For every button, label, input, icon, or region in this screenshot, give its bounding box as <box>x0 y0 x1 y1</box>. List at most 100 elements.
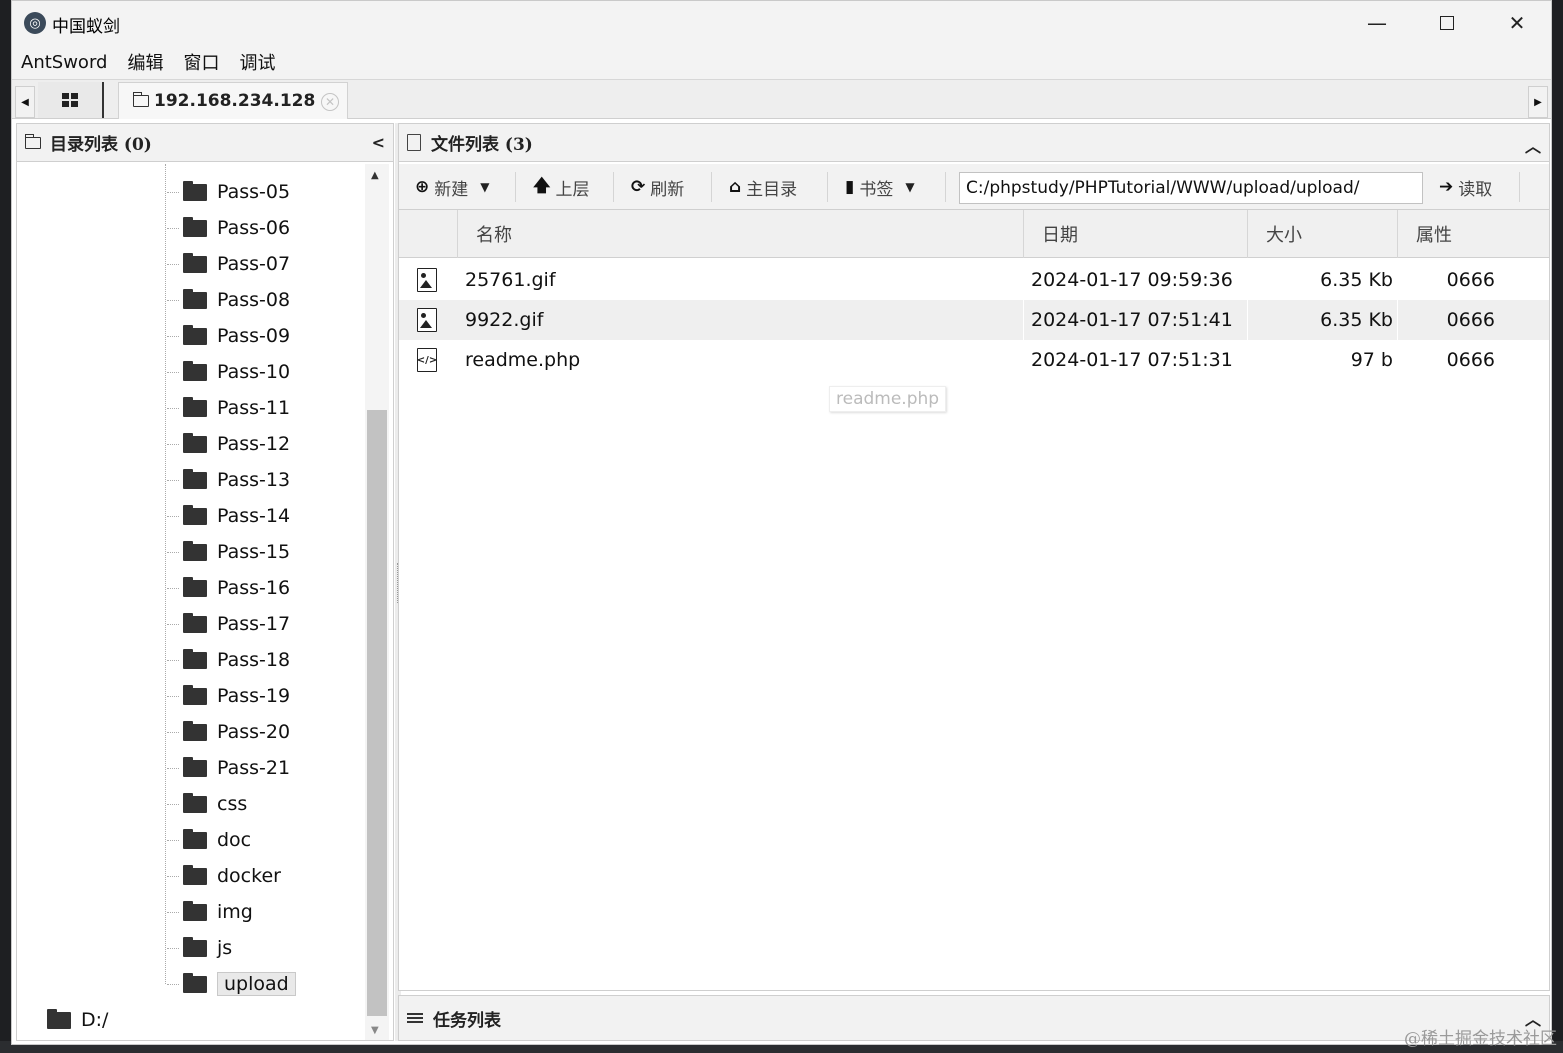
tree-item[interactable]: Pass-07 <box>167 246 290 282</box>
tab-home[interactable] <box>38 82 104 118</box>
directory-tree: Pass-05 Pass-06 Pass-07 Pass-08 Pass-09 Pass-… <box>17 164 363 1040</box>
path-input[interactable] <box>959 172 1423 204</box>
tree-connector <box>167 803 179 805</box>
folder-icon <box>183 900 207 921</box>
tree-item[interactable]: Pass-12 <box>167 426 290 462</box>
menu-edit[interactable]: 编辑 <box>126 49 164 75</box>
tree-item[interactable]: doc <box>167 822 251 858</box>
cell-divider <box>1397 340 1398 380</box>
tree-item[interactable]: Pass-15 <box>167 534 290 570</box>
tree-item[interactable]: upload <box>167 966 296 1002</box>
cell-divider <box>1397 260 1398 300</box>
column-name[interactable]: 名称 <box>457 210 1023 258</box>
folder-icon <box>183 252 207 273</box>
tree-item[interactable]: Pass-06 <box>167 210 290 246</box>
home-button[interactable]: ⌂ 主目录 <box>729 170 797 204</box>
tree-item[interactable]: Pass-08 <box>167 282 290 318</box>
antsword-window: ◎ 中国蚁剑 — ✕ AntSword 编辑 窗口 调试 ◀ 192.168.2… <box>11 0 1552 1045</box>
tree-item[interactable]: img <box>167 894 253 930</box>
task-panel: 任务列表 ︿ <box>398 995 1550 1041</box>
tree-item[interactable]: Pass-14 <box>167 498 290 534</box>
file-row[interactable]: </> readme.php 2024-01-17 07:51:31 97 b 0666 <box>399 340 1549 380</box>
scroll-down-icon[interactable]: ▼ <box>371 1025 379 1036</box>
cell-divider <box>1247 260 1248 300</box>
tree-connector <box>167 767 179 769</box>
tree-item-label: css <box>217 793 248 815</box>
folder-icon <box>183 720 207 741</box>
folder-icon <box>24 133 41 149</box>
tree-item[interactable]: Pass-17 <box>167 606 290 642</box>
scroll-up-icon[interactable]: ▲ <box>371 170 379 181</box>
menu-window[interactable]: 窗口 <box>182 49 220 75</box>
tree-connector <box>167 227 179 229</box>
tree-connector <box>167 623 179 625</box>
tree-root-item[interactable]: D:/ <box>47 1002 108 1038</box>
menu-bar: AntSword 编辑 窗口 调试 <box>12 45 1551 79</box>
minimize-button[interactable]: — <box>1342 1 1412 45</box>
tab-close-icon[interactable]: ✕ <box>321 93 339 111</box>
tree-item[interactable]: Pass-05 <box>167 174 290 210</box>
file-attr: 0666 <box>1446 349 1495 371</box>
column-size[interactable]: 大小 <box>1247 210 1397 258</box>
menu-antsword[interactable]: AntSword <box>20 52 108 73</box>
scrollbar-thumb[interactable] <box>367 410 387 1016</box>
tree-item-label: Pass-20 <box>217 721 291 743</box>
close-button[interactable]: ✕ <box>1482 1 1552 45</box>
tree-item[interactable]: Pass-20 <box>167 714 290 750</box>
tab-host[interactable]: 192.168.234.128 ✕ <box>118 82 348 119</box>
tree-item-label: Pass-05 <box>217 181 291 203</box>
file-row[interactable]: 9922.gif 2024-01-17 07:51:41 6.35 Kb 0666 <box>399 300 1549 340</box>
tree-item[interactable]: Pass-18 <box>167 642 290 678</box>
tab-scroll-left-button[interactable]: ◀ <box>15 86 35 118</box>
file-panel: 文件列表 (3) ︿ ⊕ 新建 ▼ 🡅 上层 ⟳ 刷新 ⌂ 主目录 ▮ 书签 ▼… <box>398 123 1550 991</box>
tree-item-label: Pass-19 <box>217 685 291 707</box>
tree-item[interactable]: Pass-21 <box>167 750 290 786</box>
tree-item[interactable]: Pass-11 <box>167 390 290 426</box>
tree-item-label: js <box>217 937 233 959</box>
file-row[interactable]: 25761.gif 2024-01-17 09:59:36 6.35 Kb 0666 <box>399 260 1549 300</box>
tree-item[interactable]: css <box>167 786 247 822</box>
tree-item[interactable]: docker <box>167 858 281 894</box>
file-table-header: 名称 日期 大小 属性 <box>399 210 1549 258</box>
code-file-icon: </> <box>417 348 437 372</box>
tree-connector <box>167 731 179 733</box>
column-date[interactable]: 日期 <box>1023 210 1247 258</box>
file-size: 6.35 Kb <box>1320 269 1393 291</box>
column-attr[interactable]: 属性 <box>1397 210 1549 258</box>
directory-panel: 目录列表 (0) < Pass-05 Pass-06 Pass-07 Pass-08 P… <box>16 123 394 1041</box>
refresh-button[interactable]: ⟳ 刷新 <box>631 170 684 204</box>
refresh-button-label: 刷新 <box>650 179 685 200</box>
tree-item[interactable]: Pass-10 <box>167 354 290 390</box>
tab-scroll-right-button[interactable]: ▶ <box>1528 86 1548 118</box>
file-panel-header: 文件列表 (3) ︿ <box>399 124 1549 162</box>
folder-icon <box>183 288 207 309</box>
tree-item-label: Pass-16 <box>217 577 291 599</box>
chevron-up-icon[interactable]: ︿ <box>1525 133 1541 157</box>
up-button[interactable]: 🡅 上层 <box>533 170 589 204</box>
tree-connector <box>167 191 179 193</box>
folder-icon <box>183 504 207 525</box>
new-button[interactable]: ⊕ 新建 ▼ <box>415 170 489 204</box>
menu-debug[interactable]: 调试 <box>238 49 276 75</box>
tree-connector <box>167 911 179 913</box>
tree-item-label: Pass-15 <box>217 541 291 563</box>
tree-item[interactable]: Pass-19 <box>167 678 290 714</box>
file-size: 97 b <box>1350 349 1393 371</box>
folder-icon <box>183 756 207 777</box>
bookmark-button[interactable]: ▮ 书签 ▼ <box>845 170 915 204</box>
maximize-button[interactable] <box>1412 1 1482 45</box>
directory-scrollbar[interactable]: ▲ ▼ <box>365 164 389 1040</box>
read-button[interactable]: ➔ 读取 <box>1439 170 1492 204</box>
image-file-icon <box>417 268 437 292</box>
tree-item[interactable]: Pass-16 <box>167 570 290 606</box>
tree-item-label: Pass-13 <box>217 469 291 491</box>
up-button-label: 上层 <box>555 179 590 200</box>
chevron-left-icon[interactable]: < <box>372 133 385 152</box>
file-name: readme.php <box>465 349 581 371</box>
title-bar: ◎ 中国蚁剑 — ✕ <box>12 1 1551 45</box>
tree-item[interactable]: Pass-09 <box>167 318 290 354</box>
tree-item[interactable]: Pass-13 <box>167 462 290 498</box>
tree-item[interactable]: js <box>167 930 232 966</box>
grid-icon <box>62 93 78 107</box>
file-panel-title: 文件列表 (3) <box>431 135 533 155</box>
